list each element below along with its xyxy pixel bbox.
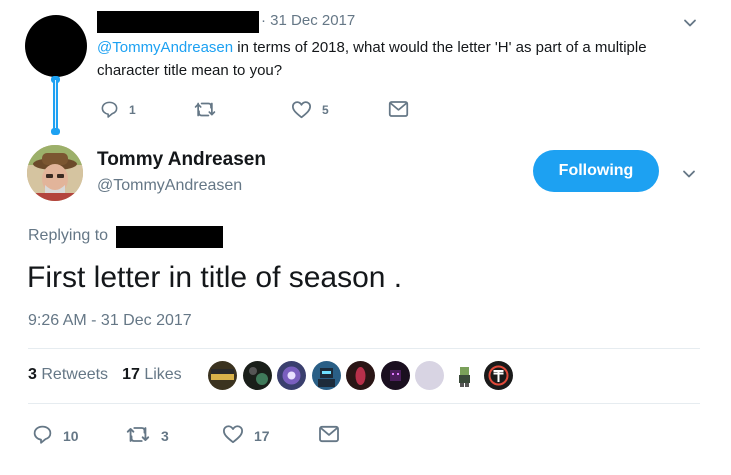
liker-avatar[interactable] (484, 361, 513, 390)
parent-like-button[interactable]: 5 (291, 100, 329, 119)
author-avatar[interactable] (27, 145, 83, 201)
parent-reply-button[interactable]: 1 (100, 100, 136, 119)
reply-button[interactable]: 10 (32, 424, 79, 448)
liker-avatar[interactable] (380, 361, 410, 390)
replying-to-label: Replying to (28, 227, 109, 244)
parent-tweet-text: @TommyAndreasen in terms of 2018, what w… (97, 36, 697, 82)
reply-count: 10 (63, 428, 79, 444)
author-display-name[interactable]: Tommy Andreasen (97, 149, 266, 171)
tweet-text: First letter in title of season . (27, 261, 403, 294)
retweet-button[interactable]: 3 (125, 424, 169, 448)
retweets-label: Retweets (41, 366, 109, 383)
liker-avatar[interactable] (208, 361, 237, 390)
retweets-stat[interactable]: 3 Retweets (28, 366, 108, 384)
liker-avatars (208, 361, 519, 390)
retweet-icon (193, 100, 217, 119)
parent-retweet-button[interactable] (193, 100, 227, 119)
reply-icon (100, 100, 119, 119)
likes-count: 17 (122, 366, 140, 383)
tweet-stats: 3 Retweets 17 Likes (28, 366, 196, 384)
thread-connector-line (53, 80, 58, 132)
author-handle[interactable]: @TommyAndreasen (97, 177, 242, 195)
divider (28, 403, 700, 404)
liker-avatar[interactable] (346, 361, 375, 390)
heart-icon (291, 100, 312, 119)
redacted-parent-author-name (97, 11, 259, 33)
direct-message-button[interactable] (318, 425, 340, 446)
liker-avatar[interactable] (242, 361, 272, 390)
liker-avatar[interactable] (415, 361, 444, 390)
liker-avatar[interactable] (449, 361, 479, 390)
retweet-count: 3 (161, 428, 169, 444)
message-icon (318, 425, 340, 446)
parent-tweet-date[interactable]: · 31 Dec 2017 (261, 12, 355, 29)
like-count: 17 (254, 427, 270, 444)
parent-tweet-menu-chevron-down-icon[interactable] (683, 16, 697, 30)
likes-stat[interactable]: 17 Likes (122, 366, 182, 384)
retweet-icon (125, 424, 151, 448)
like-button[interactable]: 17 (222, 424, 270, 447)
following-button[interactable]: Following (533, 150, 659, 192)
thread-connector-bottom (51, 128, 60, 135)
divider (28, 348, 700, 349)
heart-icon (222, 424, 244, 447)
parent-like-count: 5 (322, 102, 329, 117)
parent-reply-count: 1 (129, 102, 136, 117)
parent-author-avatar[interactable] (25, 15, 87, 77)
liker-avatar[interactable] (277, 361, 306, 390)
parent-tweet-mention-link[interactable]: @TommyAndreasen (97, 39, 233, 56)
tweet-menu-chevron-down-icon[interactable] (682, 167, 696, 181)
message-icon (388, 100, 409, 118)
liker-avatar[interactable] (311, 361, 341, 390)
reply-icon (32, 424, 53, 448)
retweets-count: 3 (28, 366, 37, 383)
parent-direct-message-button[interactable] (388, 100, 409, 118)
likes-label: Likes (144, 366, 182, 383)
tweet-timestamp[interactable]: 9:26 AM - 31 Dec 2017 (28, 312, 192, 330)
redacted-reply-target (116, 226, 223, 248)
